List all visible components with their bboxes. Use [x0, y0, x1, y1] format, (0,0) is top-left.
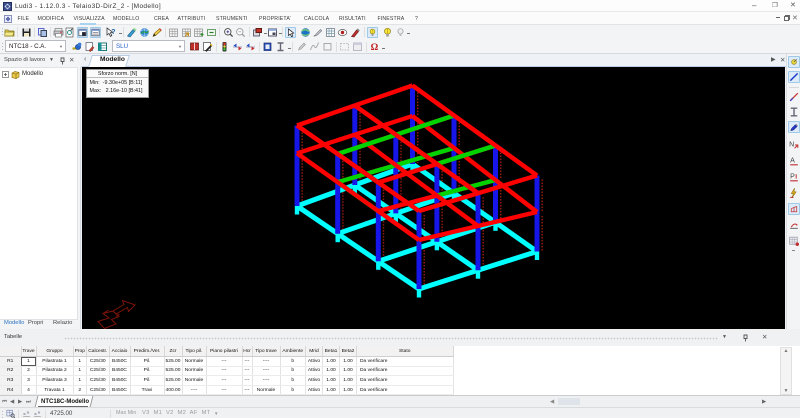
svg-text:P: P	[790, 173, 795, 181]
svg-text:Ω: Ω	[371, 43, 379, 52]
svg-text:A: A	[790, 157, 795, 165]
svg-text:N: N	[789, 141, 794, 149]
svg-text:?: ?	[111, 29, 115, 36]
